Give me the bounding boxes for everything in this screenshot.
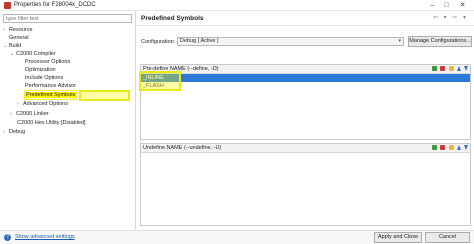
edit-icon[interactable] <box>448 145 454 150</box>
tree-item-label: Optimization <box>25 67 56 73</box>
tree-item-general[interactable]: General <box>9 34 29 42</box>
window-title: Properties for F28004x_DCDC <box>14 2 96 8</box>
symbol-row[interactable]: _FLASH <box>141 82 470 90</box>
manage-configurations-button[interactable]: Manage Configurations... <box>408 36 472 47</box>
tree-item-label: General <box>9 35 29 41</box>
tree-item-include-options[interactable]: Include Options <box>25 74 63 82</box>
tree-item-label: Resource <box>9 27 33 33</box>
tree-item-debug[interactable]: › Debug <box>3 128 25 136</box>
tree-item-label: Predefined Symbols <box>25 92 77 98</box>
delete-icon[interactable] <box>440 66 446 71</box>
help-icon[interactable]: ? <box>4 234 11 241</box>
add-icon[interactable] <box>432 145 438 150</box>
predefine-panel-header: Pre-define NAME (--define, -D) <box>141 65 470 74</box>
tree-item-label: Advanced Options <box>23 101 68 107</box>
tree-item-label: Debug <box>9 129 26 135</box>
tree-item-build[interactable]: ⌄ Build <box>3 42 21 50</box>
delete-icon[interactable] <box>440 145 446 150</box>
tree-item-label: C2000 Hex Utility [Disabled] <box>17 120 86 126</box>
predefine-panel: Pre-define NAME (--define, -D) _INLINE _… <box>140 64 471 140</box>
cancel-button[interactable]: Cancel <box>425 232 470 243</box>
undefine-panel-title: Undefine NAME (--undefine, -U) <box>143 145 222 151</box>
tree-item-predefined-symbols[interactable]: Predefined Symbols <box>23 90 78 100</box>
title-bar: Properties for F28004x_DCDC – □ ✕ <box>0 0 474 11</box>
close-button[interactable]: ✕ <box>458 1 467 10</box>
move-down-icon[interactable] <box>464 66 468 71</box>
tree-item-label: Processor Options <box>25 59 71 65</box>
symbol-row[interactable]: _INLINE <box>141 74 470 82</box>
tree-item-c2000-linker[interactable]: › C2000 Linker <box>10 110 49 118</box>
minimize-button[interactable]: – <box>428 1 437 10</box>
predefine-panel-title: Pre-define NAME (--define, -D) <box>143 66 219 72</box>
move-up-icon[interactable] <box>456 66 461 71</box>
tree-item-label: C2000 Compiler <box>16 51 56 57</box>
configuration-select[interactable]: Debug [ Active ] ▾ <box>177 37 404 46</box>
tree-item-advanced-options[interactable]: › Advanced Options <box>17 100 68 108</box>
tree-item-c2000-compiler[interactable]: ⌄ C2000 Compiler <box>10 50 56 58</box>
tree-item-optimization[interactable]: Optimization <box>25 66 56 74</box>
configuration-value: Debug [ Active ] <box>180 38 219 44</box>
tree-item-performance-advisor[interactable]: Performance Advisor <box>25 82 76 90</box>
tree-item-processor-options[interactable]: Processor Options <box>25 58 70 66</box>
move-up-icon[interactable] <box>456 145 461 150</box>
tree-item-label: Performance Advisor <box>25 83 77 89</box>
tree-item-resource[interactable]: › Resource <box>3 26 33 34</box>
undefine-panel-header: Undefine NAME (--undefine, -U) <box>141 144 470 153</box>
app-icon <box>4 2 11 9</box>
edit-icon[interactable] <box>448 66 454 71</box>
chevron-down-icon: ▾ <box>398 38 401 44</box>
sidebar: ›Resource General ⌄Build ⌄C2000 Compiler… <box>0 11 136 230</box>
tree-item-label: C2000 Linker <box>16 111 49 117</box>
tree-item-c2000-hex-utility[interactable]: C2000 Hex Utility [Disabled] <box>17 119 85 127</box>
page-title: Predefined Symbols <box>141 15 204 22</box>
footer: ? Show advanced settings Apply and Close… <box>0 230 474 244</box>
maximize-button[interactable]: □ <box>442 1 451 10</box>
add-icon[interactable] <box>432 66 438 71</box>
navigation-arrows-icon[interactable]: ⇦ ▾ ⇨ ▾ <box>433 14 468 21</box>
main-panel: Predefined Symbols ⇦ ▾ ⇨ ▾ Configuration… <box>137 11 474 230</box>
filter-input[interactable] <box>3 14 132 23</box>
apply-and-close-button[interactable]: Apply and Close <box>374 232 422 243</box>
undefine-panel: Undefine NAME (--undefine, -U) <box>140 143 471 226</box>
show-advanced-settings-link[interactable]: Show advanced settings <box>15 234 75 240</box>
configuration-label: Configuration: <box>141 39 176 45</box>
tree-item-label: Include Options <box>25 75 64 81</box>
divider <box>137 25 474 26</box>
tree-item-label: Build <box>9 43 22 49</box>
move-down-icon[interactable] <box>464 145 468 150</box>
